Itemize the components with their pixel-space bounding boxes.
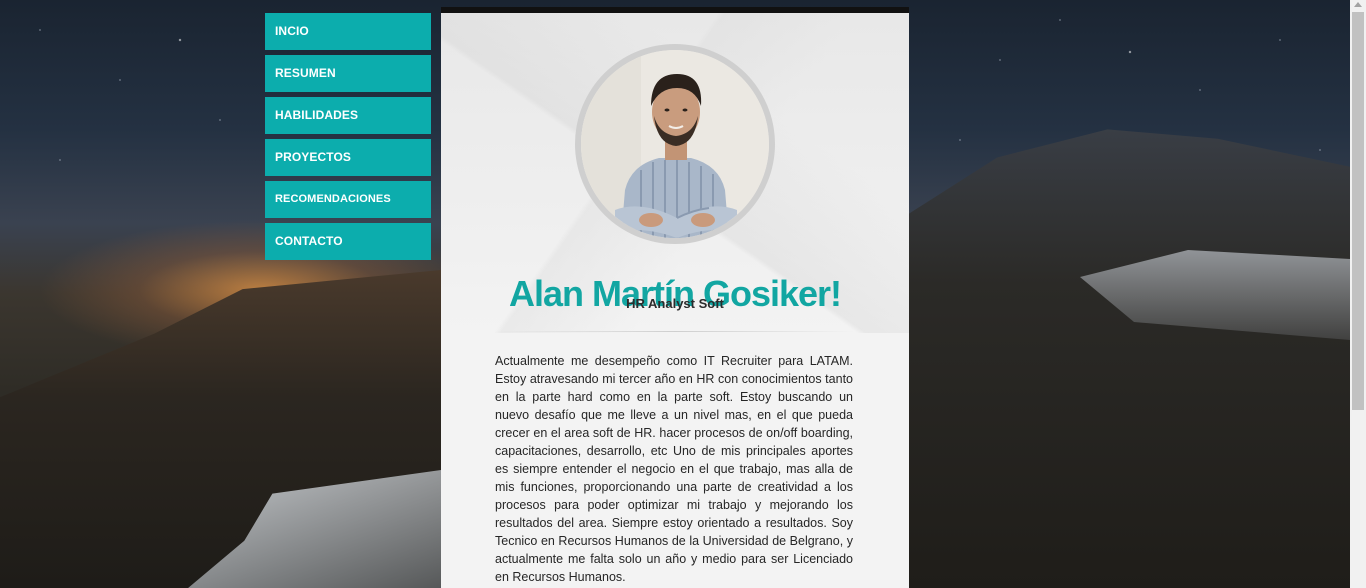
nav-item-contacto[interactable]: CONTACTO <box>265 223 431 260</box>
profile-bio: Actualmente me desempeño como IT Recruit… <box>495 354 853 584</box>
vertical-scrollbar[interactable] <box>1350 0 1366 588</box>
nav-item-recomendaciones[interactable]: RECOMENDACIONES <box>265 181 431 218</box>
profile-role: HR Analyst Soft <box>626 296 724 311</box>
scroll-up-arrow-icon[interactable] <box>1354 2 1362 7</box>
background-mountain-right <box>909 129 1350 588</box>
avatar <box>581 50 769 238</box>
profile-card: Alan Martín Gosiker! HR Analyst Soft Act… <box>441 7 909 588</box>
nav-item-habilidades[interactable]: HABILIDADES <box>265 97 431 134</box>
nav-item-resumen[interactable]: RESUMEN <box>265 55 431 92</box>
nav-item-proyectos[interactable]: PROYECTOS <box>265 139 431 176</box>
scrollbar-thumb[interactable] <box>1352 12 1364 410</box>
avatar-portrait-image <box>581 50 769 238</box>
section-divider <box>495 331 855 332</box>
main-navigation: INCIO RESUMEN HABILIDADES PROYECTOS RECO… <box>265 13 431 265</box>
nav-item-inicio[interactable]: INCIO <box>265 13 431 50</box>
